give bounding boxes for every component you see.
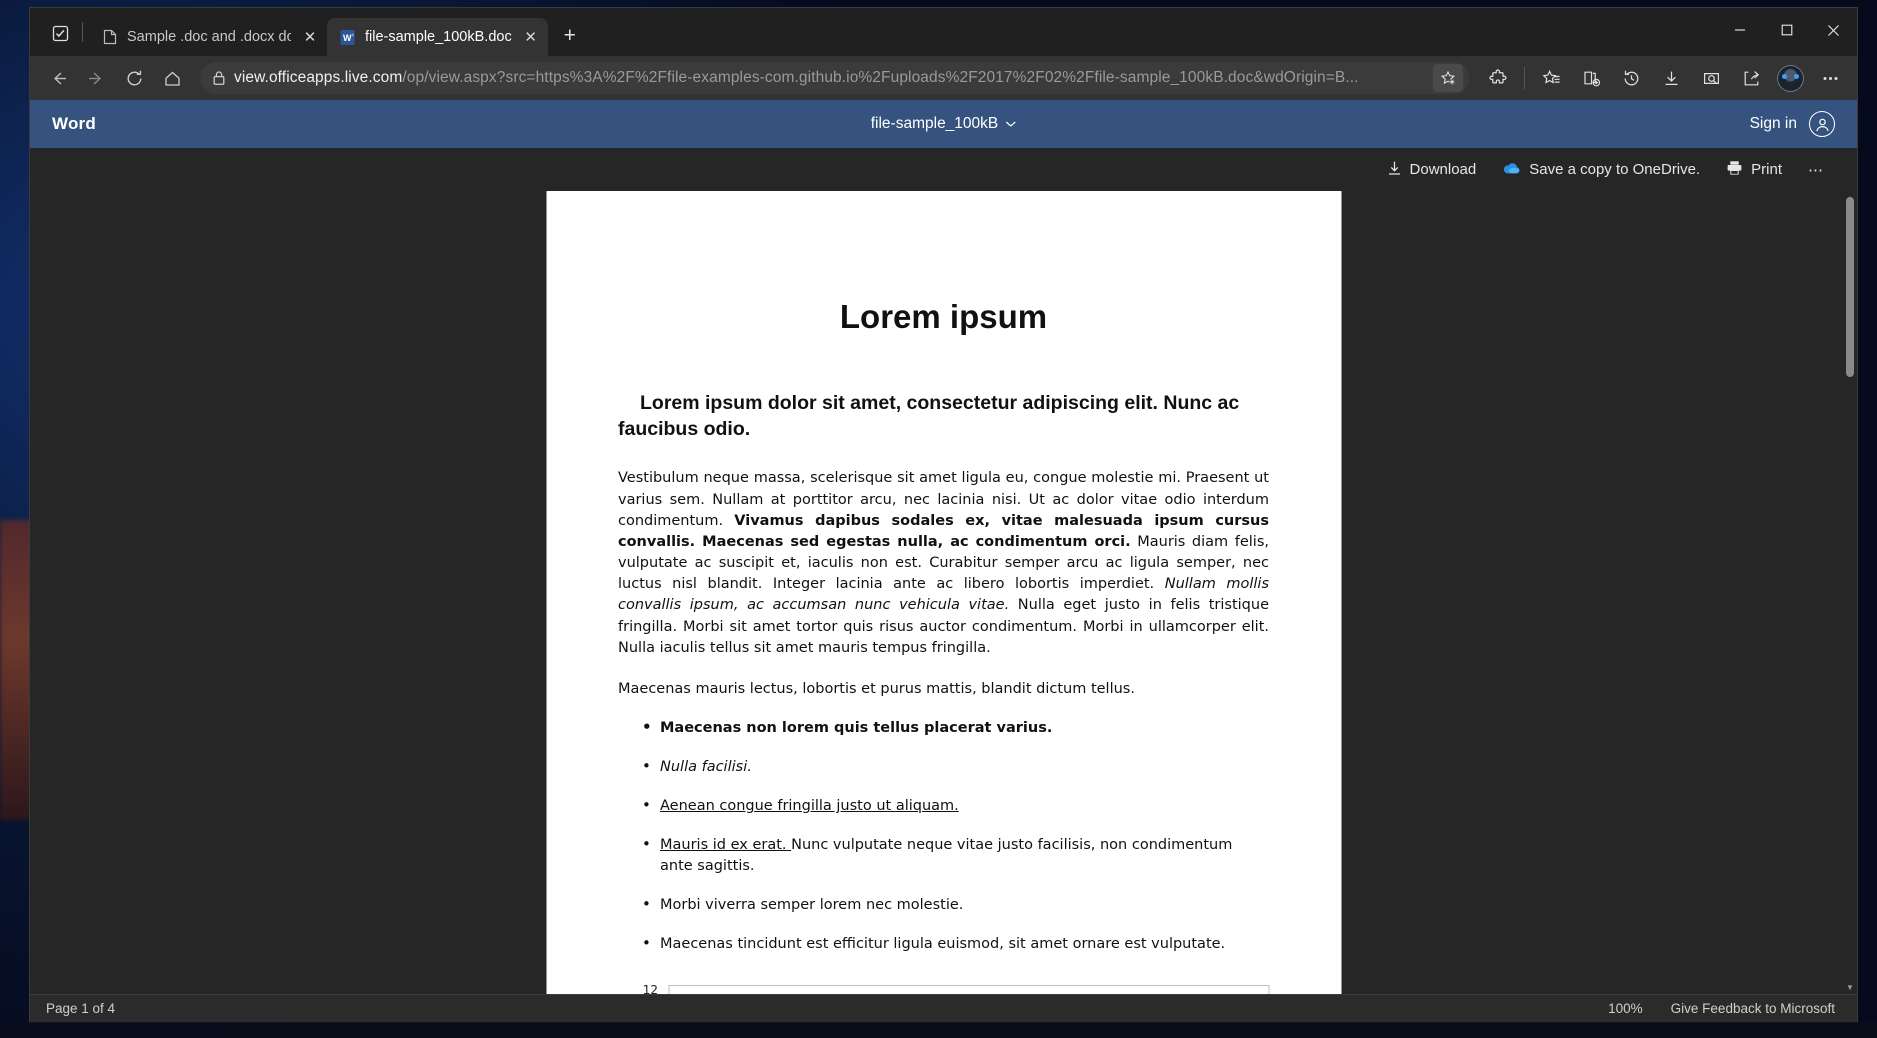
office-viewer-header: Word file-sample_100kB Sign in (30, 100, 1857, 148)
scrollbar-thumb[interactable] (1846, 197, 1854, 377)
tab-file-sample-100kb[interactable]: W x file-sample_100kB.doc ✕ (327, 18, 548, 56)
chart-y-tick-12: 12 (642, 983, 658, 994)
more-commands-button[interactable]: ⋯ (1808, 161, 1823, 179)
document-scrollbar[interactable]: ▲ ▼ (1843, 191, 1857, 994)
zoom-level[interactable]: 100% (1608, 1001, 1643, 1016)
sign-in-label: Sign in (1749, 115, 1797, 132)
collections-icon[interactable] (1572, 62, 1610, 94)
history-icon[interactable] (1612, 62, 1650, 94)
forward-icon[interactable] (78, 62, 114, 94)
word-icon: W x (339, 28, 357, 46)
document-paragraph-2: Maecenas mauris lectus, lobortis et puru… (618, 680, 1135, 697)
add-favorite-icon[interactable] (1433, 64, 1463, 92)
scroll-down-icon[interactable]: ▼ (1843, 980, 1857, 994)
web-page-content: Word file-sample_100kB Sign in Download … (30, 100, 1857, 1022)
downloads-icon[interactable] (1652, 62, 1690, 94)
lock-icon (212, 70, 226, 86)
screenshot-icon[interactable] (1692, 62, 1730, 94)
download-icon (1387, 160, 1402, 180)
document-chart-preview: 12 10 (618, 983, 1269, 994)
list-item: Maecenas tincidunt est efficitur ligula … (618, 933, 1269, 955)
save-copy-onedrive-button[interactable]: Save a copy to OneDrive. (1502, 161, 1700, 179)
url-host: view.officeapps.live.com (234, 69, 403, 86)
page-icon (101, 28, 119, 46)
more-icon: ⋯ (1808, 161, 1823, 179)
list-item: Morbi viverra semper lorem nec molestie. (618, 894, 1269, 916)
document-subheading: Lorem ipsum dolor sit amet, consectetur … (618, 391, 1240, 440)
document-bullet-list: Maecenas non lorem quis tellus placerat … (618, 717, 1269, 955)
tab-title: file-sample_100kB.doc (365, 29, 512, 45)
chart-plot-area (668, 985, 1269, 994)
address-bar-row: view.officeapps.live.com/op/view.aspx?sr… (30, 56, 1857, 100)
print-label: Print (1751, 161, 1782, 178)
word-brand-label: Word (52, 114, 96, 133)
viewer-command-bar: Download Save a copy to OneDrive. Print … (30, 148, 1857, 191)
document-viewport[interactable]: Lorem ipsum Lorem ipsum dolor sit amet, … (30, 191, 1857, 994)
list-item-underlined: Aenean congue fringilla justo ut aliquam… (660, 798, 959, 815)
minimize-button[interactable] (1716, 8, 1763, 52)
page-indicator: Page 1 of 4 (46, 1001, 116, 1016)
share-icon[interactable] (1732, 62, 1770, 94)
taskbar (0, 1022, 1877, 1038)
download-button[interactable]: Download (1387, 160, 1477, 180)
address-bar[interactable]: view.officeapps.live.com/op/view.aspx?sr… (200, 62, 1469, 94)
tab-title: Sample .doc and .docx download (127, 29, 291, 45)
refresh-icon[interactable] (116, 62, 152, 94)
list-item: Mauris id ex erat. Nunc vulputate neque … (618, 834, 1269, 877)
window-controls (1716, 8, 1857, 52)
document-paragraph-1: Vestibulum neque massa, scelerisque sit … (618, 468, 1269, 658)
settings-and-more-icon[interactable] (1811, 62, 1849, 94)
document-title-label: file-sample_100kB (870, 115, 999, 132)
tab-strip-divider (82, 22, 83, 42)
document-heading: Lorem ipsum (839, 298, 1048, 335)
document-title-button[interactable]: file-sample_100kB (871, 115, 1017, 133)
close-button[interactable] (1810, 8, 1857, 52)
favorites-icon[interactable] (1532, 62, 1570, 94)
url-text: view.officeapps.live.com/op/view.aspx?sr… (234, 69, 1425, 87)
back-icon[interactable] (40, 62, 76, 94)
toolbar-divider (1524, 67, 1525, 89)
profile-avatar[interactable] (1777, 64, 1804, 92)
sign-in-area[interactable]: Sign in (1750, 111, 1835, 137)
close-icon[interactable]: ✕ (520, 26, 542, 48)
chevron-down-icon (1005, 115, 1016, 133)
url-path: /op/view.aspx?src=https%3A%2F%2Ffile-exa… (402, 69, 1359, 86)
close-icon[interactable]: ✕ (299, 26, 321, 48)
list-item-underlined: Mauris id ex erat. (660, 837, 792, 854)
home-icon[interactable] (154, 62, 190, 94)
maximize-button[interactable] (1763, 8, 1810, 52)
browser-window: Sample .doc and .docx download ✕ W x fil… (30, 8, 1857, 1022)
account-icon (1809, 111, 1835, 137)
give-feedback-link[interactable]: Give Feedback to Microsoft (1671, 1001, 1835, 1016)
list-item: Nulla facilisi. (618, 756, 1269, 778)
extensions-icon[interactable] (1479, 62, 1517, 94)
document-page-1: Lorem ipsum Lorem ipsum dolor sit amet, … (546, 191, 1341, 994)
printer-icon (1726, 160, 1743, 180)
tab-strip: Sample .doc and .docx download ✕ W x fil… (30, 8, 1857, 56)
tab-sample-doc-download[interactable]: Sample .doc and .docx download ✕ (89, 18, 327, 56)
list-item: Maecenas non lorem quis tellus placerat … (618, 717, 1269, 739)
save-copy-onedrive-label: Save a copy to OneDrive. (1529, 161, 1701, 178)
viewer-status-bar: Page 1 of 4 100% Give Feedback to Micros… (30, 994, 1857, 1022)
tab-actions-icon[interactable] (42, 15, 78, 51)
new-tab-button[interactable]: + (554, 20, 586, 52)
list-item: Aenean congue fringilla justo ut aliquam… (618, 795, 1269, 817)
onedrive-icon (1502, 161, 1521, 179)
print-button[interactable]: Print (1726, 160, 1782, 180)
chart-y-axis-labels: 12 10 (618, 983, 658, 994)
download-label: Download (1409, 161, 1477, 178)
